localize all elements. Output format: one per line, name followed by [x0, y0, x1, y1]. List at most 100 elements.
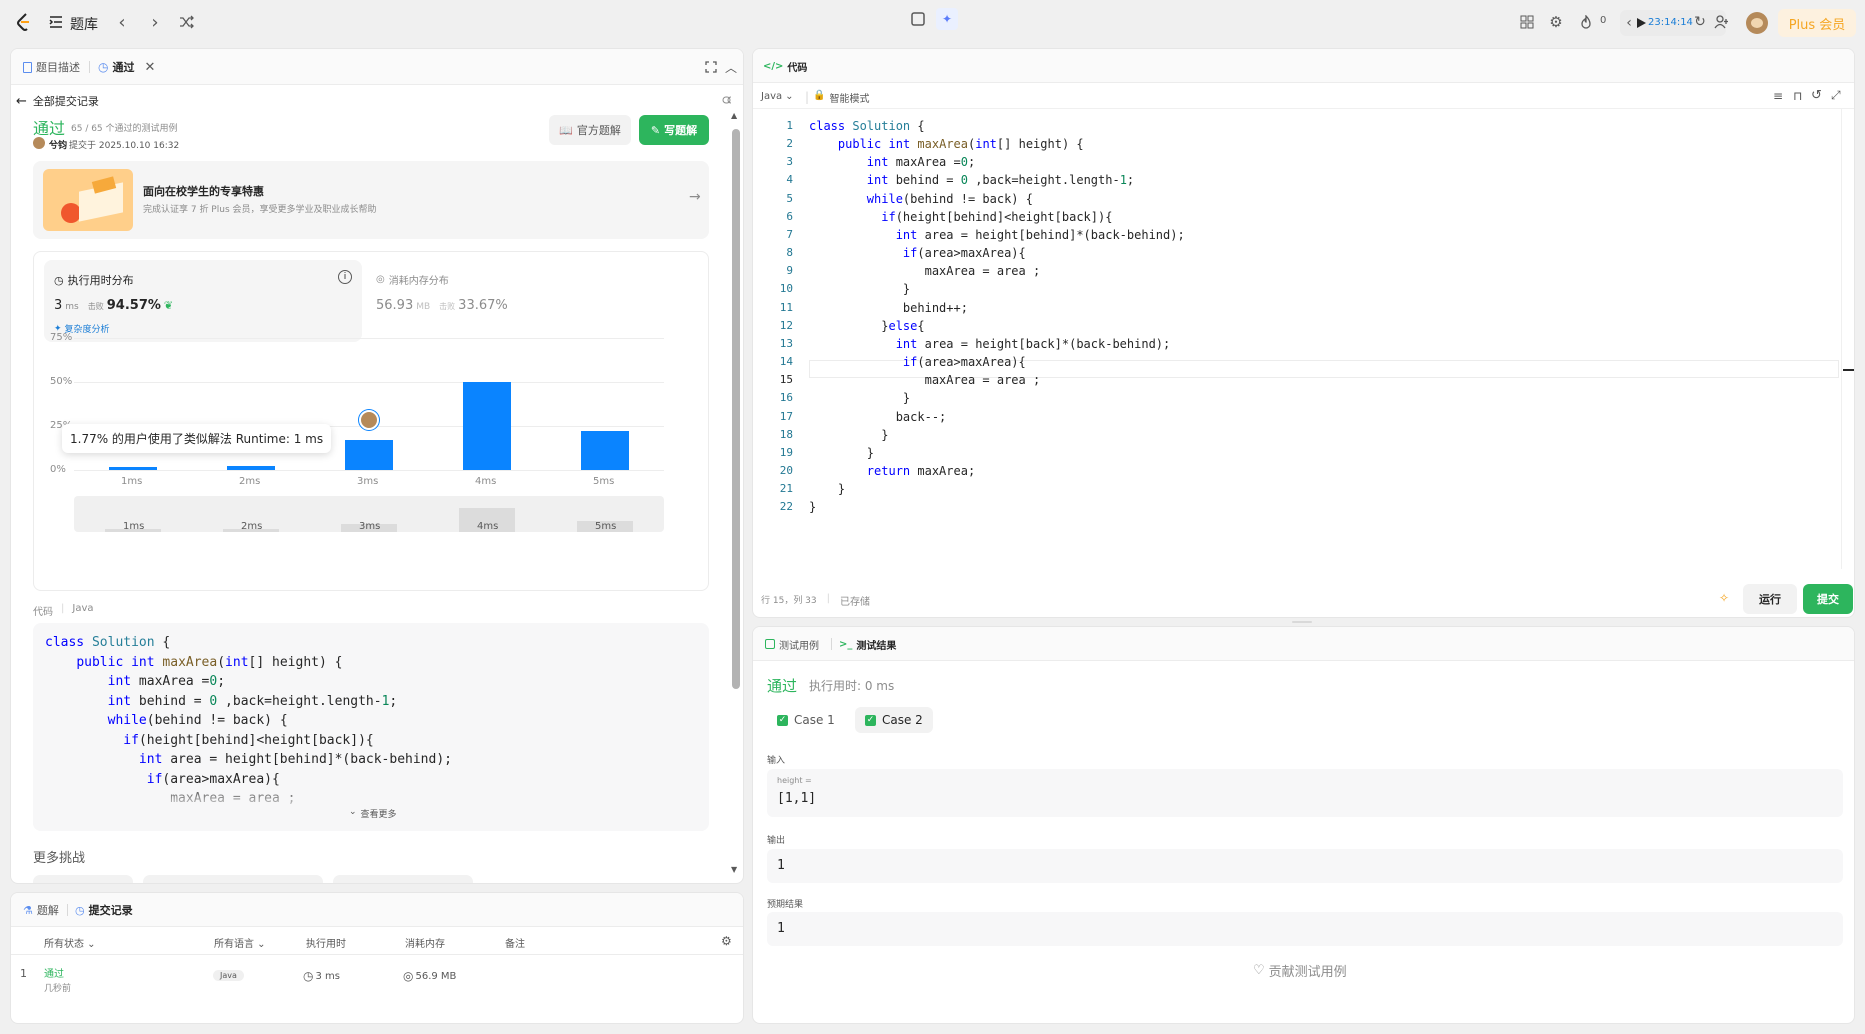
- collapse-panel-icon[interactable]: ︿: [723, 59, 739, 75]
- input-box[interactable]: height = [1,1]: [767, 769, 1843, 817]
- editor-code[interactable]: class Solution { public int maxArea(int[…: [809, 117, 1185, 516]
- tab-testcases[interactable]: 测试用例: [765, 627, 819, 661]
- panel-resize-handle[interactable]: [1292, 621, 1312, 623]
- reset-timer-icon[interactable]: ↻: [1692, 14, 1708, 30]
- code-line[interactable]: int area = height[behind]*(back-behind);: [809, 226, 1185, 244]
- write-solution-button[interactable]: ✎ 写题解: [639, 115, 709, 145]
- code-line[interactable]: class Solution {: [809, 117, 1185, 135]
- code-line[interactable]: }else{: [809, 317, 1185, 335]
- code-line[interactable]: public int maxArea(int[] height) {: [809, 135, 1185, 153]
- reset-code-icon[interactable]: ↺: [1811, 88, 1822, 103]
- see-more-button[interactable]: ⌄ 查看更多: [349, 807, 397, 820]
- code-line[interactable]: }: [809, 389, 1185, 407]
- scroll-down-arrow-icon[interactable]: ▼: [731, 865, 741, 877]
- tab-submissions[interactable]: ◷ 提交记录: [75, 893, 133, 927]
- contribute-testcase-button[interactable]: ♡ 贡献测试用例: [1253, 961, 1347, 980]
- tab-test-result[interactable]: >_ 测试结果: [839, 627, 896, 661]
- code-line[interactable]: }: [809, 280, 1185, 298]
- memory-beats: 33.67%: [458, 298, 508, 313]
- promo-banner[interactable]: 面向在校学生的专享特惠 完成认证享 7 折 Plus 会员，享受更多学业及职业成…: [33, 161, 709, 239]
- language-select[interactable]: Java ⌄: [761, 91, 794, 102]
- memory-stat-box[interactable]: ◎ 消耗内存分布 56.93 MB 击败 33.67%: [372, 260, 692, 342]
- add-user-icon[interactable]: [1714, 14, 1730, 30]
- play-icon[interactable]: [1636, 17, 1646, 29]
- runtime-distribution-chart[interactable]: 0% 25% 50% 75% 1ms 2ms 3ms 4ms 5ms 1.77% 的用户使用了类似…: [34, 332, 710, 592]
- language-filter[interactable]: 所有语言 ⌄: [214, 935, 266, 950]
- code-line[interactable]: if(area>maxArea){: [809, 353, 1185, 371]
- column-settings-gear-icon[interactable]: ⚙: [721, 934, 732, 948]
- layout-grid-icon[interactable]: [1519, 14, 1535, 30]
- avatar[interactable]: [1746, 12, 1768, 34]
- code-line[interactable]: }: [809, 480, 1185, 498]
- leetcode-logo-icon[interactable]: [14, 12, 34, 32]
- code-line[interactable]: if(height[behind]<height[back]){: [809, 208, 1185, 226]
- submission-status: 通过: [33, 119, 66, 138]
- settings-gear-icon[interactable]: ⚙: [1548, 13, 1564, 31]
- editor-scrollbar[interactable]: [1841, 109, 1854, 569]
- chart-bar[interactable]: [109, 466, 157, 470]
- expand-icon[interactable]: ⤢: [1831, 88, 1841, 103]
- chart-bar[interactable]: [345, 440, 393, 470]
- fullscreen-icon[interactable]: [703, 59, 719, 75]
- plus-membership-button[interactable]: Plus 会员: [1778, 9, 1856, 37]
- history-icon: ◷: [75, 903, 85, 917]
- chart-bar[interactable]: [227, 465, 275, 470]
- line-number: 20: [779, 463, 793, 477]
- code-line[interactable]: maxArea = area ;: [809, 262, 1185, 280]
- run-button[interactable]: 运行: [1743, 584, 1797, 614]
- tab-solutions[interactable]: ⚗ 题解: [23, 893, 59, 927]
- tab-description[interactable]: 题目描述: [23, 49, 80, 85]
- scrollbar-thumb[interactable]: [732, 129, 740, 689]
- challenge-chip[interactable]: [143, 875, 323, 883]
- timer-collapse-icon[interactable]: ‹: [1623, 13, 1635, 33]
- case-2-tab[interactable]: ✓ Case 2: [855, 707, 933, 733]
- bookmark-icon[interactable]: ⊓: [1793, 89, 1802, 103]
- info-icon[interactable]: i: [338, 270, 352, 284]
- username[interactable]: 兮钧: [49, 138, 67, 151]
- chart-range-slider[interactable]: 1ms 2ms 3ms 4ms 5ms: [74, 496, 664, 532]
- smart-mode-toggle[interactable]: 🔒 智能模式: [813, 90, 869, 105]
- chart-bar[interactable]: [581, 431, 629, 470]
- scroll-up-arrow-icon[interactable]: ▲: [731, 111, 741, 123]
- close-tab-icon[interactable]: ✕: [144, 60, 155, 75]
- code-line[interactable]: }: [809, 444, 1185, 462]
- challenge-chip[interactable]: [33, 875, 133, 883]
- ai-sparkle-icon[interactable]: ✦: [936, 8, 958, 30]
- share-link-icon[interactable]: [721, 93, 731, 107]
- code-line[interactable]: back--;: [809, 408, 1185, 426]
- row-status[interactable]: 通过: [44, 965, 64, 980]
- challenge-chip[interactable]: [333, 875, 473, 883]
- line-number: 8: [786, 246, 793, 260]
- graduation-cap-illustration: [43, 169, 133, 231]
- chart-bar[interactable]: [463, 382, 511, 470]
- tab-accepted[interactable]: ◷ 通过 ✕: [98, 49, 155, 85]
- flame-icon[interactable]: [1578, 13, 1594, 31]
- case-1-tab[interactable]: ✓ Case 1: [767, 707, 845, 733]
- next-problem-icon[interactable]: ›: [145, 12, 165, 33]
- code-line[interactable]: if(area>maxArea){: [809, 244, 1185, 262]
- back-to-submissions-link[interactable]: ← 全部提交记录: [16, 93, 99, 109]
- code-line[interactable]: int maxArea =0;: [809, 153, 1185, 171]
- problem-bank-title[interactable]: 题库: [70, 14, 98, 34]
- official-solution-button[interactable]: 📖 官方题解: [549, 115, 631, 145]
- table-row[interactable]: 1 通过 几秒前 Java ◷ 3 ms ◎ 56.9 MB: [11, 955, 743, 1005]
- code-line[interactable]: }: [809, 498, 1185, 516]
- shuffle-icon[interactable]: [177, 12, 197, 32]
- format-code-icon[interactable]: ≡: [1773, 89, 1783, 103]
- code-line[interactable]: int behind = 0 ,back=height.length-1;: [809, 171, 1185, 189]
- runtime-stat-box[interactable]: ◷ 执行用时分布 i 3 ms 击败 94.57% ❦ ✦ 复杂度分析: [44, 260, 362, 342]
- code-line[interactable]: }: [809, 426, 1185, 444]
- prev-problem-icon[interactable]: ‹: [112, 12, 132, 33]
- code-line[interactable]: return maxArea;: [809, 462, 1185, 480]
- list-icon[interactable]: [48, 14, 64, 30]
- ai-helper-icon[interactable]: ✧: [1719, 591, 1729, 605]
- code-line[interactable]: behind++;: [809, 299, 1185, 317]
- submission-detail-panel: 题目描述 ◷ 通过 ✕ ︿ ← 全部提交记录 通过 65 / 65 个通过的测试…: [10, 48, 744, 884]
- status-filter[interactable]: 所有状态 ⌄: [44, 935, 96, 950]
- code-line[interactable]: while(behind != back) {: [809, 190, 1185, 208]
- code-line[interactable]: int area = height[back]*(back-behind);: [809, 335, 1185, 353]
- code-line[interactable]: maxArea = area ;: [809, 371, 1185, 389]
- code-editor[interactable]: 1 2 3 4 5 6 7 8 9 10 11 12 13 14 15 16 17 18 19 20 21 22 clas…: [753, 109, 1854, 569]
- note-icon[interactable]: [908, 9, 928, 29]
- submit-button[interactable]: 提交: [1803, 584, 1853, 614]
